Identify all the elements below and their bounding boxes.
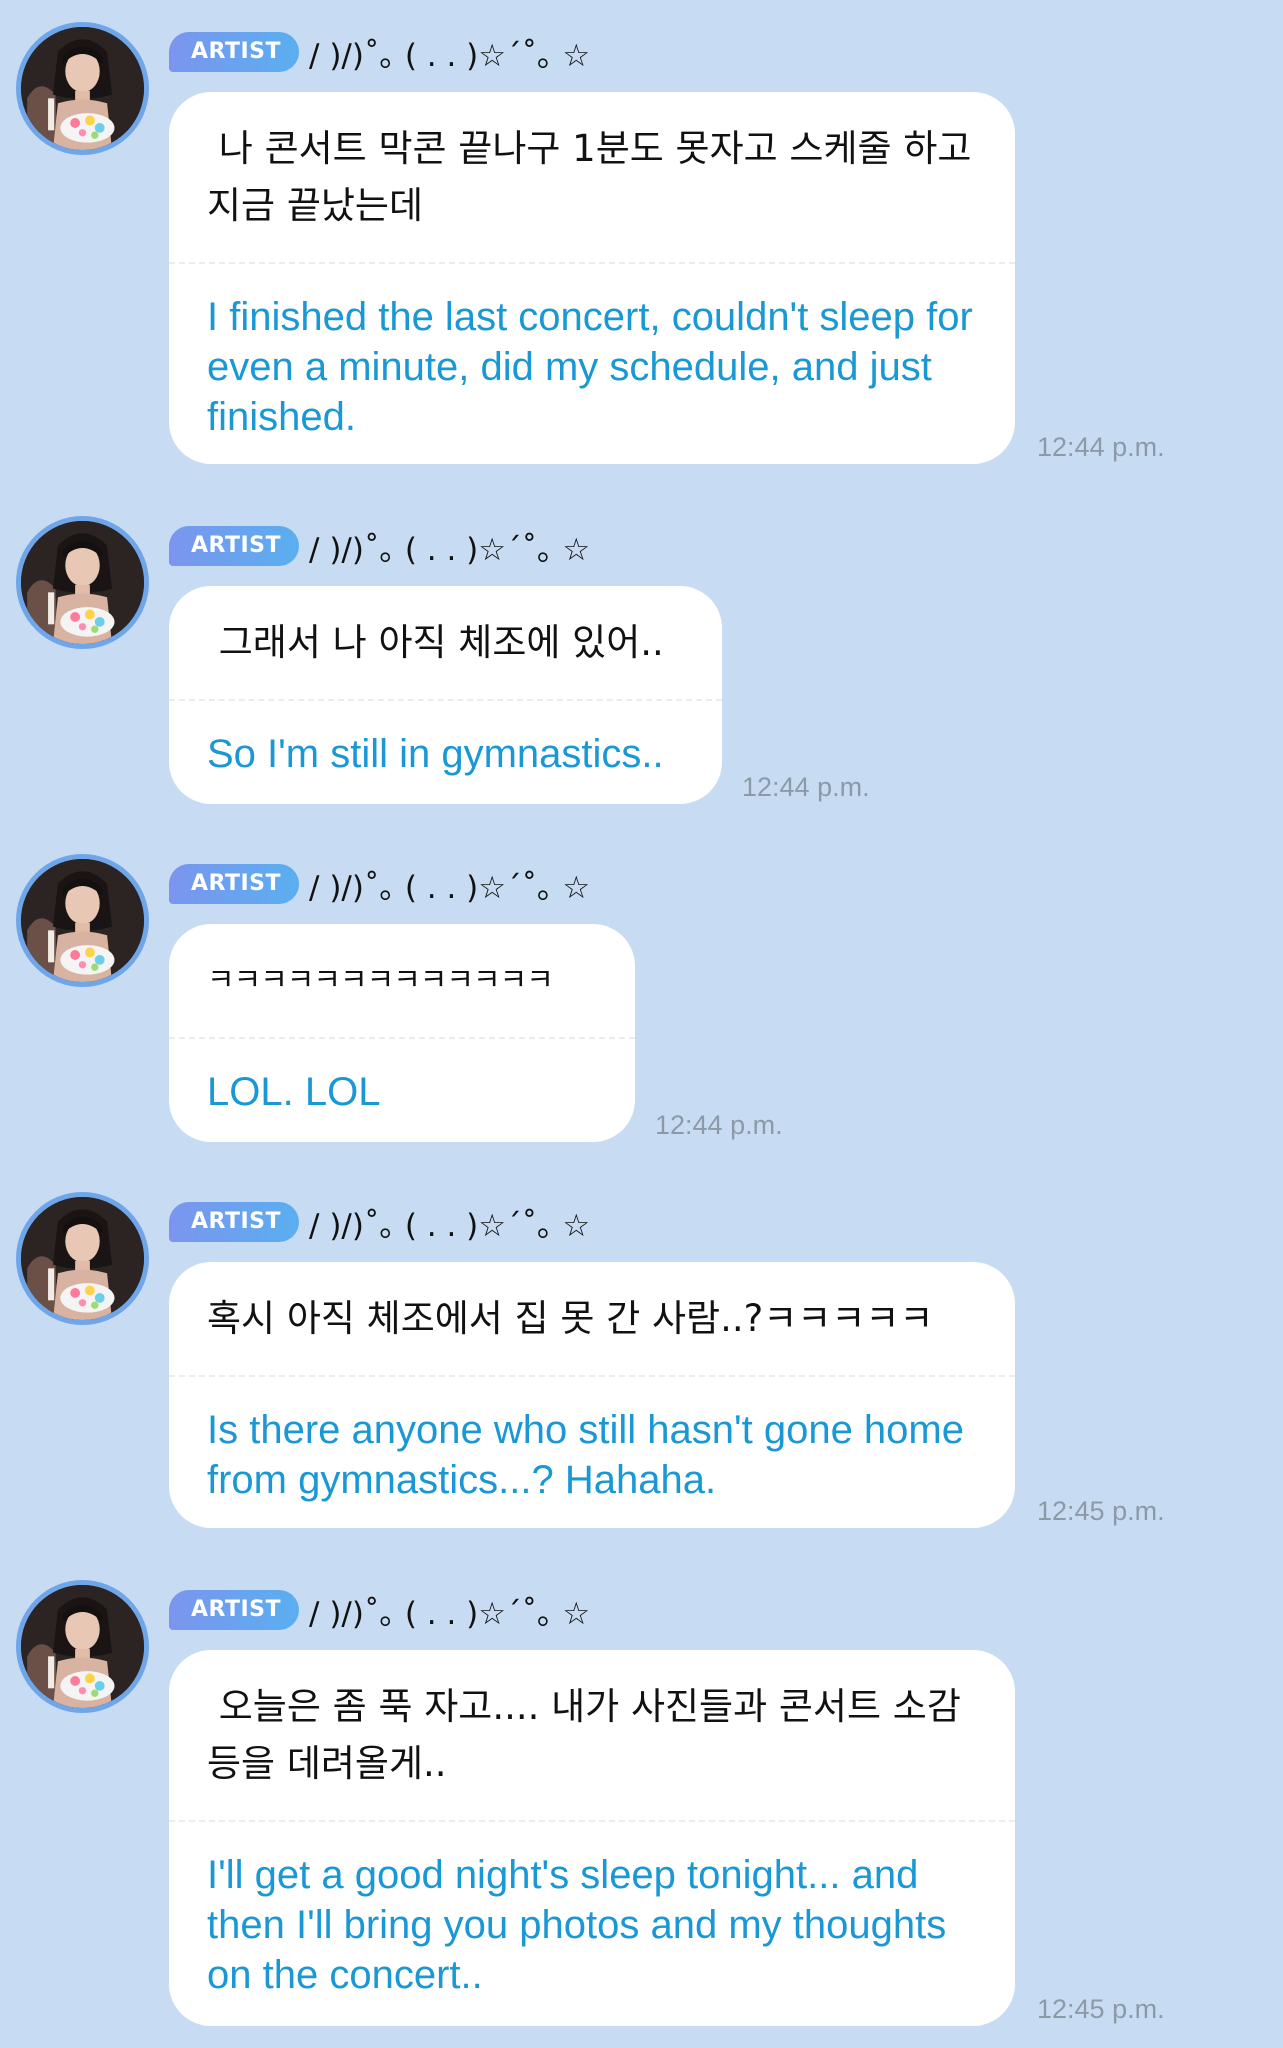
sender-nickname: / )/)˚｡ ( . . )☆´˚｡ ☆ <box>309 37 591 74</box>
sender-header: ARTIST / )/)˚｡ ( . . )☆´˚｡ ☆ <box>169 1200 590 1244</box>
timestamp: 12:44 p.m. <box>742 772 870 802</box>
profile-photo <box>21 1197 144 1320</box>
profile-photo <box>21 27 144 150</box>
avatar[interactable] <box>16 1192 149 1325</box>
sender-nickname: / )/)˚｡ ( . . )☆´˚｡ ☆ <box>309 531 591 568</box>
translated-text: So I'm still in gymnastics.. <box>207 732 664 776</box>
profile-photo <box>21 521 144 644</box>
artist-badge: ARTIST <box>169 526 300 566</box>
message-bubble[interactable]: 혹시 아직 체조에서 집 못 간 사람..?ㅋㅋㅋㅋㅋ Is there any… <box>169 1262 1015 1528</box>
sender-header: ARTIST / )/)˚｡ ( . . )☆´˚｡ ☆ <box>169 30 590 74</box>
sender-nickname: / )/)˚｡ ( . . )☆´˚｡ ☆ <box>309 1207 591 1244</box>
artist-badge: ARTIST <box>169 1202 300 1242</box>
artist-badge: ARTIST <box>169 1590 300 1630</box>
sender-nickname: / )/)˚｡ ( . . )☆´˚｡ ☆ <box>309 869 591 906</box>
translated-text: LOL. LOL <box>207 1070 381 1114</box>
original-text: 혹시 아직 체조에서 집 못 간 사람..?ㅋㅋㅋㅋㅋ <box>207 1297 934 1340</box>
original-text: 나 콘서트 막콘 끝나구 1분도 못자고 스케줄 하고 지금 끝났는데 <box>207 127 984 227</box>
original-text: 오늘은 좀 푹 자고.... 내가 사진들과 콘서트 소감 등을 데려올게.. <box>207 1685 973 1785</box>
avatar[interactable] <box>16 1580 149 1713</box>
avatar[interactable] <box>16 22 149 155</box>
profile-photo <box>21 1585 144 1708</box>
original-text: 그래서 나 아직 체조에 있어.. <box>207 621 664 664</box>
avatar[interactable] <box>16 854 149 987</box>
translated-text: I finished the last concert, couldn't sl… <box>207 295 984 439</box>
message-bubble[interactable]: 나 콘서트 막콘 끝나구 1분도 못자고 스케줄 하고 지금 끝났는데 I fi… <box>169 92 1015 464</box>
timestamp: 12:45 p.m. <box>1037 1994 1165 2024</box>
profile-photo <box>21 859 144 982</box>
sender-nickname: / )/)˚｡ ( . . )☆´˚｡ ☆ <box>309 1595 591 1632</box>
artist-badge: ARTIST <box>169 32 300 72</box>
translated-text: Is there anyone who still hasn't gone ho… <box>207 1408 976 1502</box>
timestamp: 12:44 p.m. <box>655 1110 783 1140</box>
message-bubble[interactable]: 오늘은 좀 푹 자고.... 내가 사진들과 콘서트 소감 등을 데려올게.. … <box>169 1650 1015 2026</box>
artist-badge: ARTIST <box>169 864 300 904</box>
avatar[interactable] <box>16 516 149 649</box>
timestamp: 12:44 p.m. <box>1037 432 1165 462</box>
message-bubble[interactable]: 그래서 나 아직 체조에 있어.. So I'm still in gymnas… <box>169 586 722 804</box>
translated-text: I'll get a good night's sleep tonight...… <box>207 1853 958 1997</box>
message-bubble[interactable]: ㅋㅋㅋㅋㅋㅋㅋㅋㅋㅋㅋㅋㅋ LOL. LOL <box>169 924 635 1142</box>
timestamp: 12:45 p.m. <box>1037 1496 1165 1526</box>
original-text: ㅋㅋㅋㅋㅋㅋㅋㅋㅋㅋㅋㅋㅋ <box>207 963 554 998</box>
sender-header: ARTIST / )/)˚｡ ( . . )☆´˚｡ ☆ <box>169 862 590 906</box>
sender-header: ARTIST / )/)˚｡ ( . . )☆´˚｡ ☆ <box>169 1588 590 1632</box>
sender-header: ARTIST / )/)˚｡ ( . . )☆´˚｡ ☆ <box>169 524 590 568</box>
